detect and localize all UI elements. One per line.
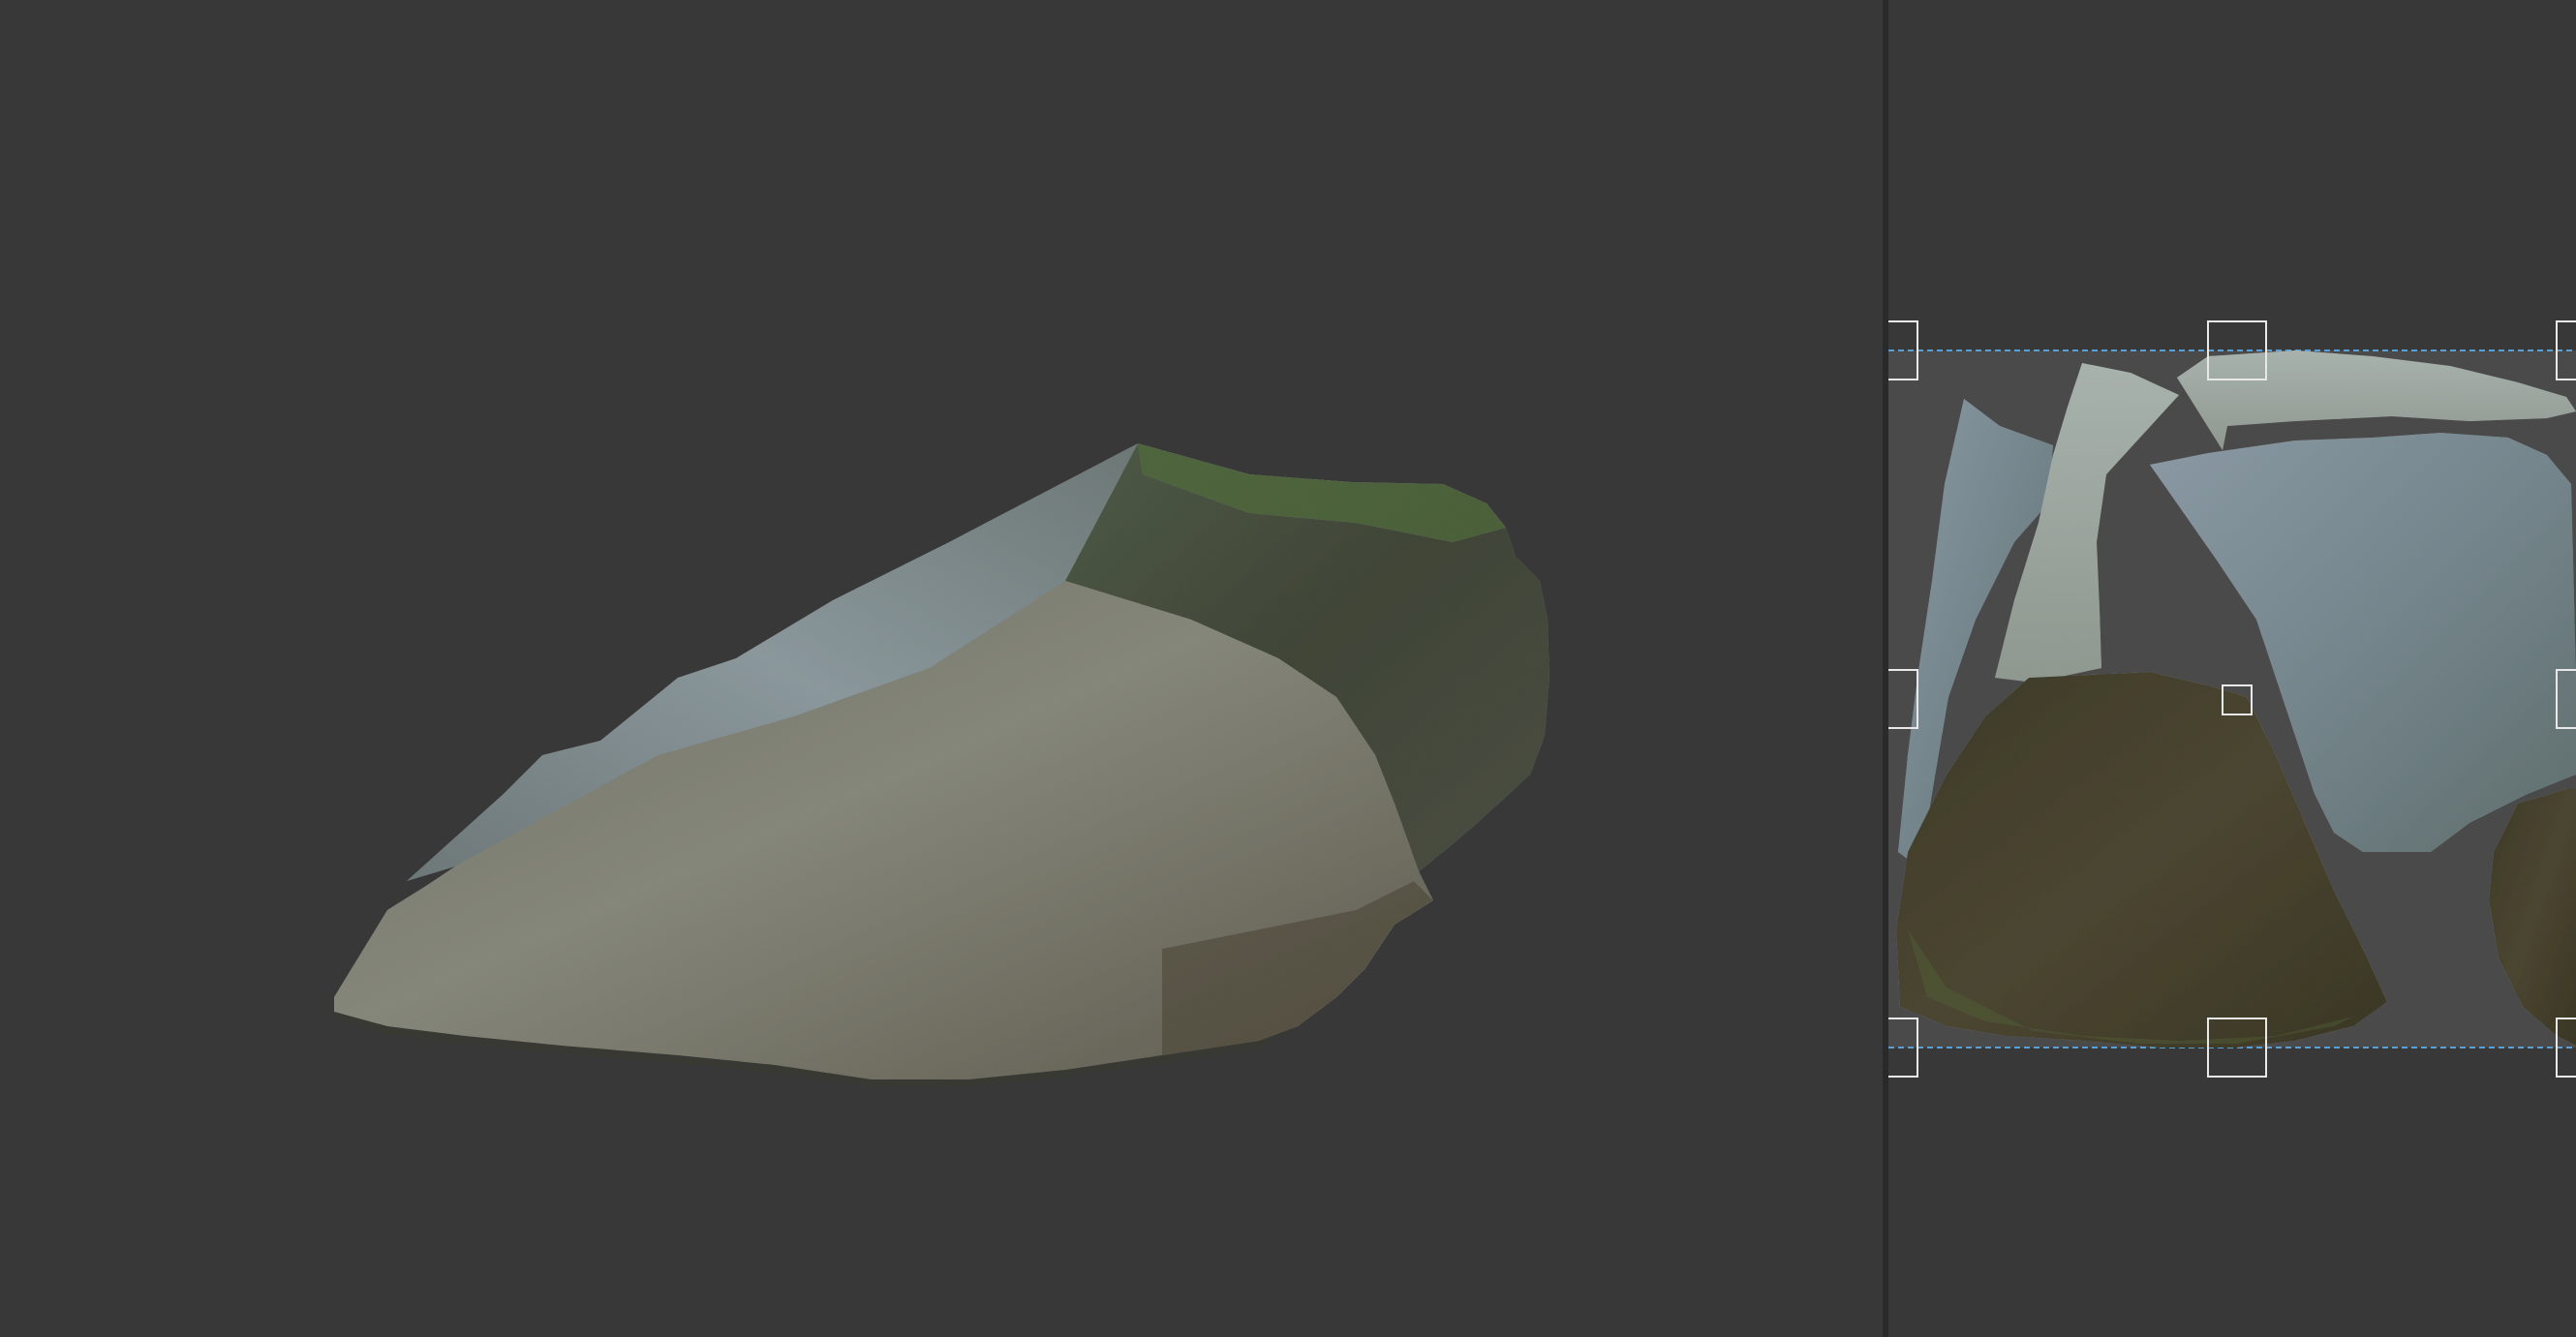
3d-viewport[interactable] bbox=[0, 0, 1883, 1337]
3d-viewport-canvas[interactable] bbox=[0, 0, 1883, 1337]
rock-model[interactable] bbox=[334, 443, 1549, 1086]
texture-editor-app bbox=[0, 0, 2576, 1337]
uv-editor-panel[interactable] bbox=[1888, 0, 2576, 1337]
uv-editor-canvas[interactable] bbox=[1888, 0, 2576, 1337]
